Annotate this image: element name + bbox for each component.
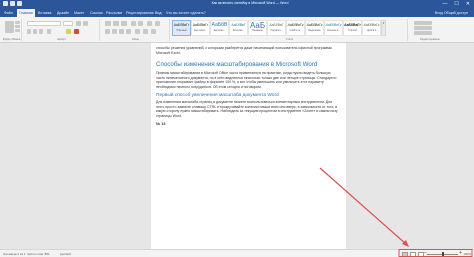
ribbon: Буфер обмена Шрифт Абзац АаБбВвГг Обычный… (0, 17, 474, 43)
decrease-indent-icon[interactable] (131, 21, 136, 26)
paragraph-group-label: Абзац (131, 38, 140, 41)
font-family-select[interactable] (27, 21, 61, 26)
figure-number: № 13 (156, 122, 166, 126)
shading-icon[interactable] (143, 29, 148, 34)
tell-me-search[interactable]: Что вы хотите сделать? (164, 9, 208, 17)
zoom-percent[interactable]: 100% (463, 251, 471, 257)
align-left-icon[interactable] (105, 29, 110, 34)
sort-icon[interactable] (147, 21, 152, 26)
paragraph-intro: способы решения уравнений, с которыми ра… (156, 46, 333, 55)
editing-group-label: Редактирование (420, 38, 440, 41)
document-body[interactable]: способы решения уравнений, с которыми ра… (156, 46, 340, 126)
justify-icon[interactable] (126, 29, 131, 34)
title-bar: Как включить линейку в Microsoft Word — … (0, 0, 474, 8)
clipboard-group-label: Буфер обмена (2, 38, 21, 41)
multilevel-list-icon[interactable] (121, 21, 127, 26)
undo-icon[interactable] (10, 1, 15, 6)
grow-font-icon[interactable] (76, 21, 81, 26)
save-icon[interactable] (3, 1, 8, 6)
quick-access-toolbar (3, 1, 22, 6)
heading-2: Первый способ увеличения масштаба докуме… (156, 93, 279, 98)
clipboard-group: Буфер обмена (2, 19, 22, 41)
font-color-icon[interactable] (74, 29, 79, 34)
tab-insert[interactable]: Вставка (36, 9, 53, 17)
paragraph-2: Для изменения масштаба страниц в докумен… (156, 100, 338, 118)
font-group: Шрифт (24, 19, 100, 41)
heading-1: Способы изменения масштабирования в Micr… (156, 61, 318, 68)
highlight-icon[interactable] (66, 29, 71, 34)
read-mode-icon[interactable] (402, 251, 408, 257)
zoom-in-button[interactable]: + (459, 250, 462, 257)
ribbon-tabs: Файл Главная Вставка Дизайн Макет Ссылки… (0, 8, 474, 17)
paragraph-group: Абзац (102, 19, 170, 41)
word-count[interactable]: Число слов: 861 (27, 251, 50, 257)
copy-icon[interactable] (15, 25, 20, 28)
show-marks-icon[interactable] (155, 21, 160, 26)
tab-file[interactable]: Файл (2, 9, 15, 17)
increase-indent-icon[interactable] (138, 21, 143, 26)
tab-layout[interactable]: Макет (72, 9, 86, 17)
borders-icon[interactable] (151, 29, 156, 34)
align-center-icon[interactable] (112, 29, 117, 34)
language-indicator[interactable]: русский (60, 251, 71, 257)
underline-icon[interactable] (39, 29, 43, 34)
styles-group-label: Стили (285, 38, 294, 41)
format-painter-icon[interactable] (15, 29, 20, 32)
align-right-icon[interactable] (119, 29, 124, 34)
font-group-label: Шрифт (57, 38, 66, 41)
page-count[interactable]: Страница 1 из 1 (3, 251, 26, 257)
select-button[interactable] (414, 31, 432, 35)
tab-references[interactable]: Ссылки (88, 9, 105, 17)
close-button[interactable]: ✕ (466, 1, 470, 7)
cut-icon[interactable] (15, 21, 20, 24)
numbering-icon[interactable] (113, 21, 119, 26)
annotation-arrow-head (402, 240, 409, 247)
shrink-font-icon[interactable] (83, 21, 88, 26)
minimize-button[interactable]: — (442, 1, 447, 7)
print-layout-icon[interactable] (410, 251, 416, 257)
tab-review[interactable]: Рецензирование (124, 9, 156, 17)
document-page[interactable]: способы решения уравнений, с которыми ра… (151, 43, 346, 249)
replace-button[interactable] (414, 26, 432, 30)
editing-group: Редактирование (410, 19, 450, 41)
tab-design[interactable]: Дизайн (55, 9, 71, 17)
styles-group: Стили (172, 19, 408, 41)
window-title: Как включить линейку в Microsoft Word — … (211, 1, 289, 5)
zoom-slider-thumb[interactable] (441, 252, 444, 257)
paragraph-1: Приемы масштабирования в Microsoft Offic… (156, 71, 337, 89)
font-size-select[interactable] (63, 21, 73, 26)
tab-mailings[interactable]: Рассылки (104, 9, 124, 17)
find-button[interactable] (414, 21, 432, 25)
tab-home[interactable]: Главная (17, 9, 35, 17)
bullets-icon[interactable] (105, 21, 111, 26)
italic-icon[interactable] (33, 29, 37, 34)
strikethrough-icon[interactable] (47, 29, 51, 34)
window-controls: — ☐ ✕ (442, 1, 470, 7)
redo-icon[interactable] (17, 1, 22, 6)
account-share[interactable]: Вход Общий доступ (435, 9, 468, 17)
status-bar: Страница 1 из 1 Число слов: 861 русский … (0, 249, 474, 257)
line-spacing-icon[interactable] (135, 29, 140, 34)
maximize-button[interactable]: ☐ (454, 1, 458, 7)
paste-icon[interactable] (5, 21, 14, 33)
tab-view[interactable]: Вид (153, 9, 164, 17)
bold-icon[interactable] (27, 29, 31, 34)
